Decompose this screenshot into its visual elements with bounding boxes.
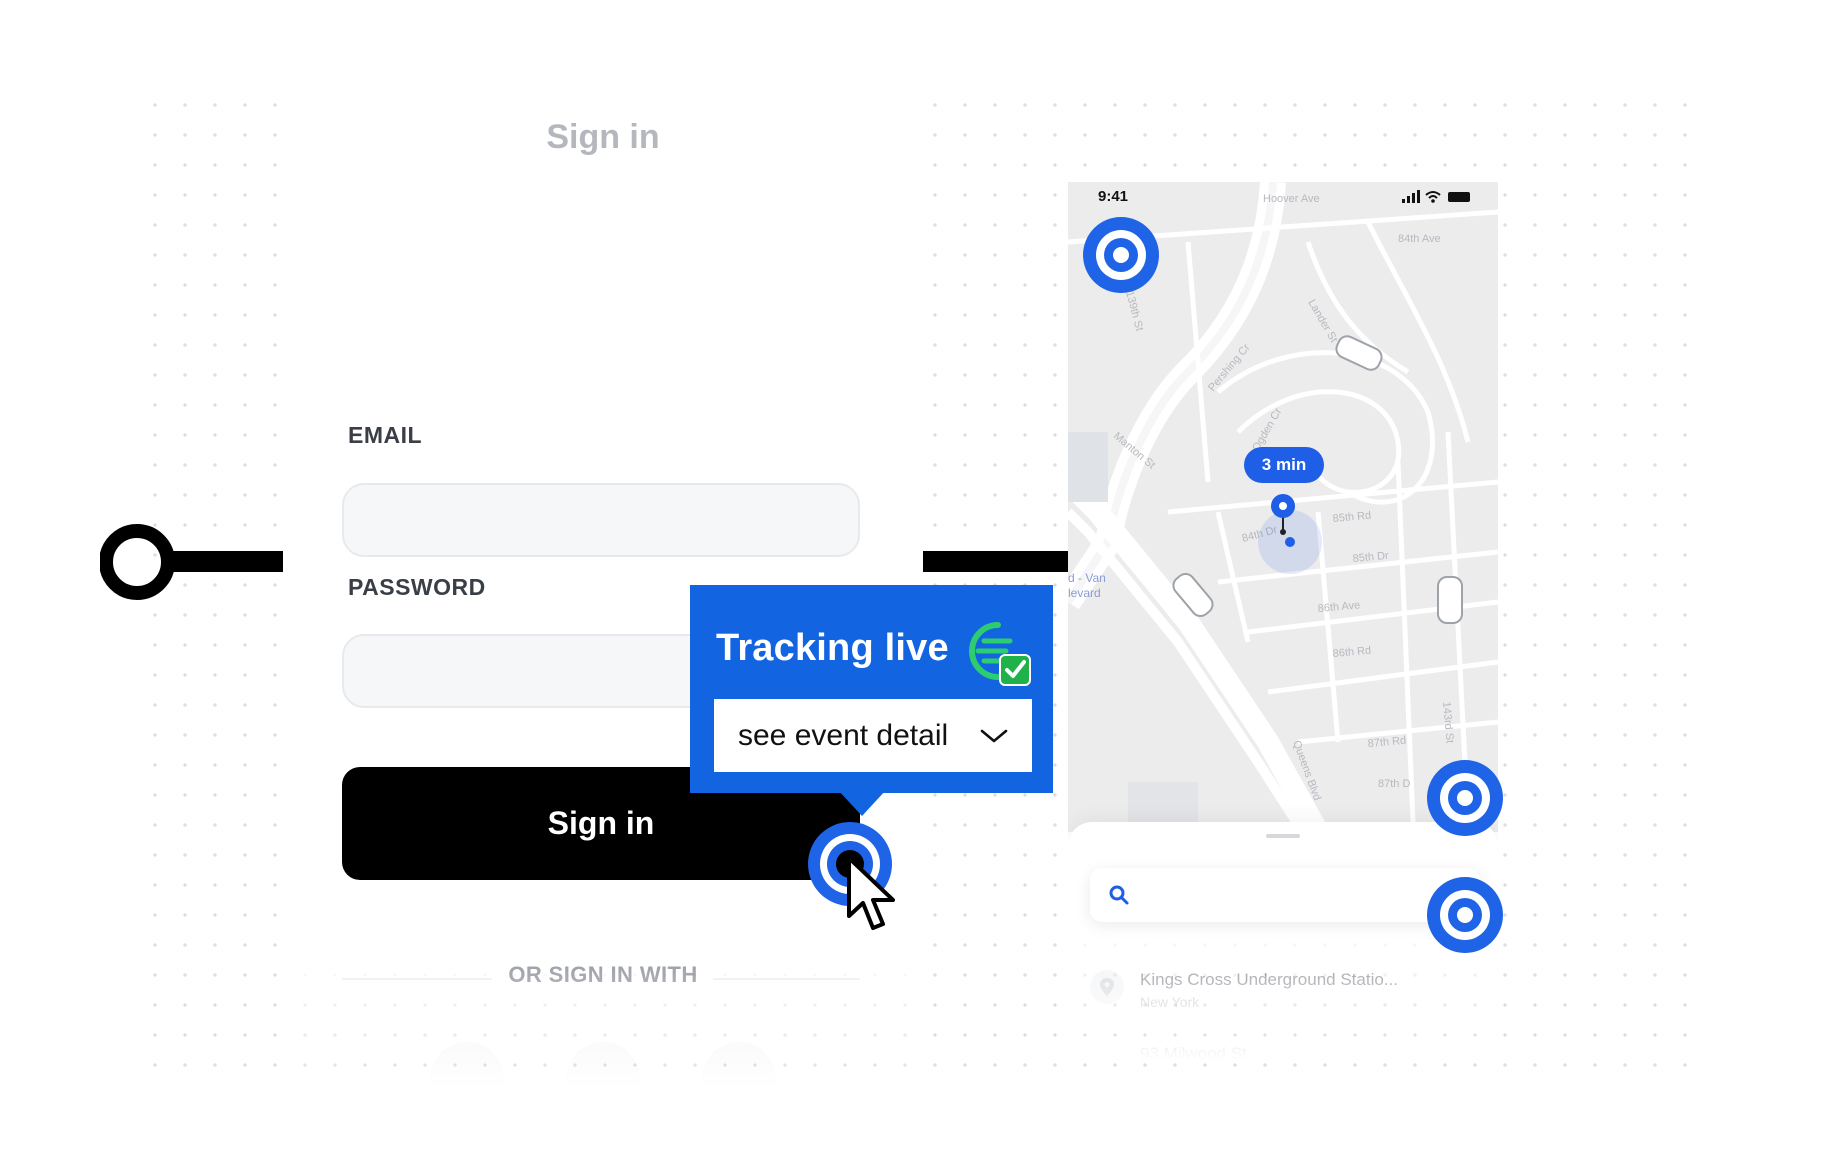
email-label: EMAIL [348,422,423,448]
social-login-button[interactable] [430,1042,504,1116]
callout-pointer [838,790,886,816]
chevron-down-icon [980,729,1008,742]
connector-line-middle [922,551,1072,572]
eta-badge: 3 min [1244,447,1324,483]
status-bar-time: 9:41 [1098,188,1129,205]
place-name[interactable]: 93 Milwood St [1140,1044,1247,1062]
map-street-label: levard [1068,586,1101,600]
social-login-button[interactable] [566,1042,640,1116]
sheet-drag-handle[interactable] [1266,834,1300,838]
event-detail-dropdown[interactable]: see event detail [714,699,1032,772]
map-street-label: 84th Ave [1398,233,1441,245]
tracking-check-icon [969,622,1031,686]
status-bar-icons [1402,190,1470,203]
map-street-label: d - Van [1068,571,1106,585]
place-name[interactable]: Kings Cross Underground Statio... [1140,970,1398,990]
connector-node-icon [100,524,175,600]
target-icon [1083,217,1159,293]
dropdown-value: see event detail [738,718,949,752]
search-icon [1109,885,1129,905]
map-street-label: Hoover Ave [1263,193,1320,205]
map-street-label: 87th D [1378,778,1410,790]
destination-search-input[interactable] [1090,868,1480,922]
password-label: PASSWORD [348,574,486,600]
social-divider-text: OR SIGN IN WITH [508,962,698,987]
tracking-callout: Tracking live see event detail [690,585,1053,793]
target-icon [1427,877,1503,953]
mouse-cursor-icon [847,856,895,930]
connector-line-left [170,551,285,572]
callout-title: Tracking live [716,627,949,669]
page-title: Sign in [546,118,660,156]
target-icon [1427,760,1503,836]
car-icon [1437,576,1463,624]
place-subtitle: New York [1140,994,1200,1010]
social-login-button[interactable] [702,1042,776,1116]
location-pin-icon [1090,970,1124,1004]
email-field[interactable] [342,483,860,557]
